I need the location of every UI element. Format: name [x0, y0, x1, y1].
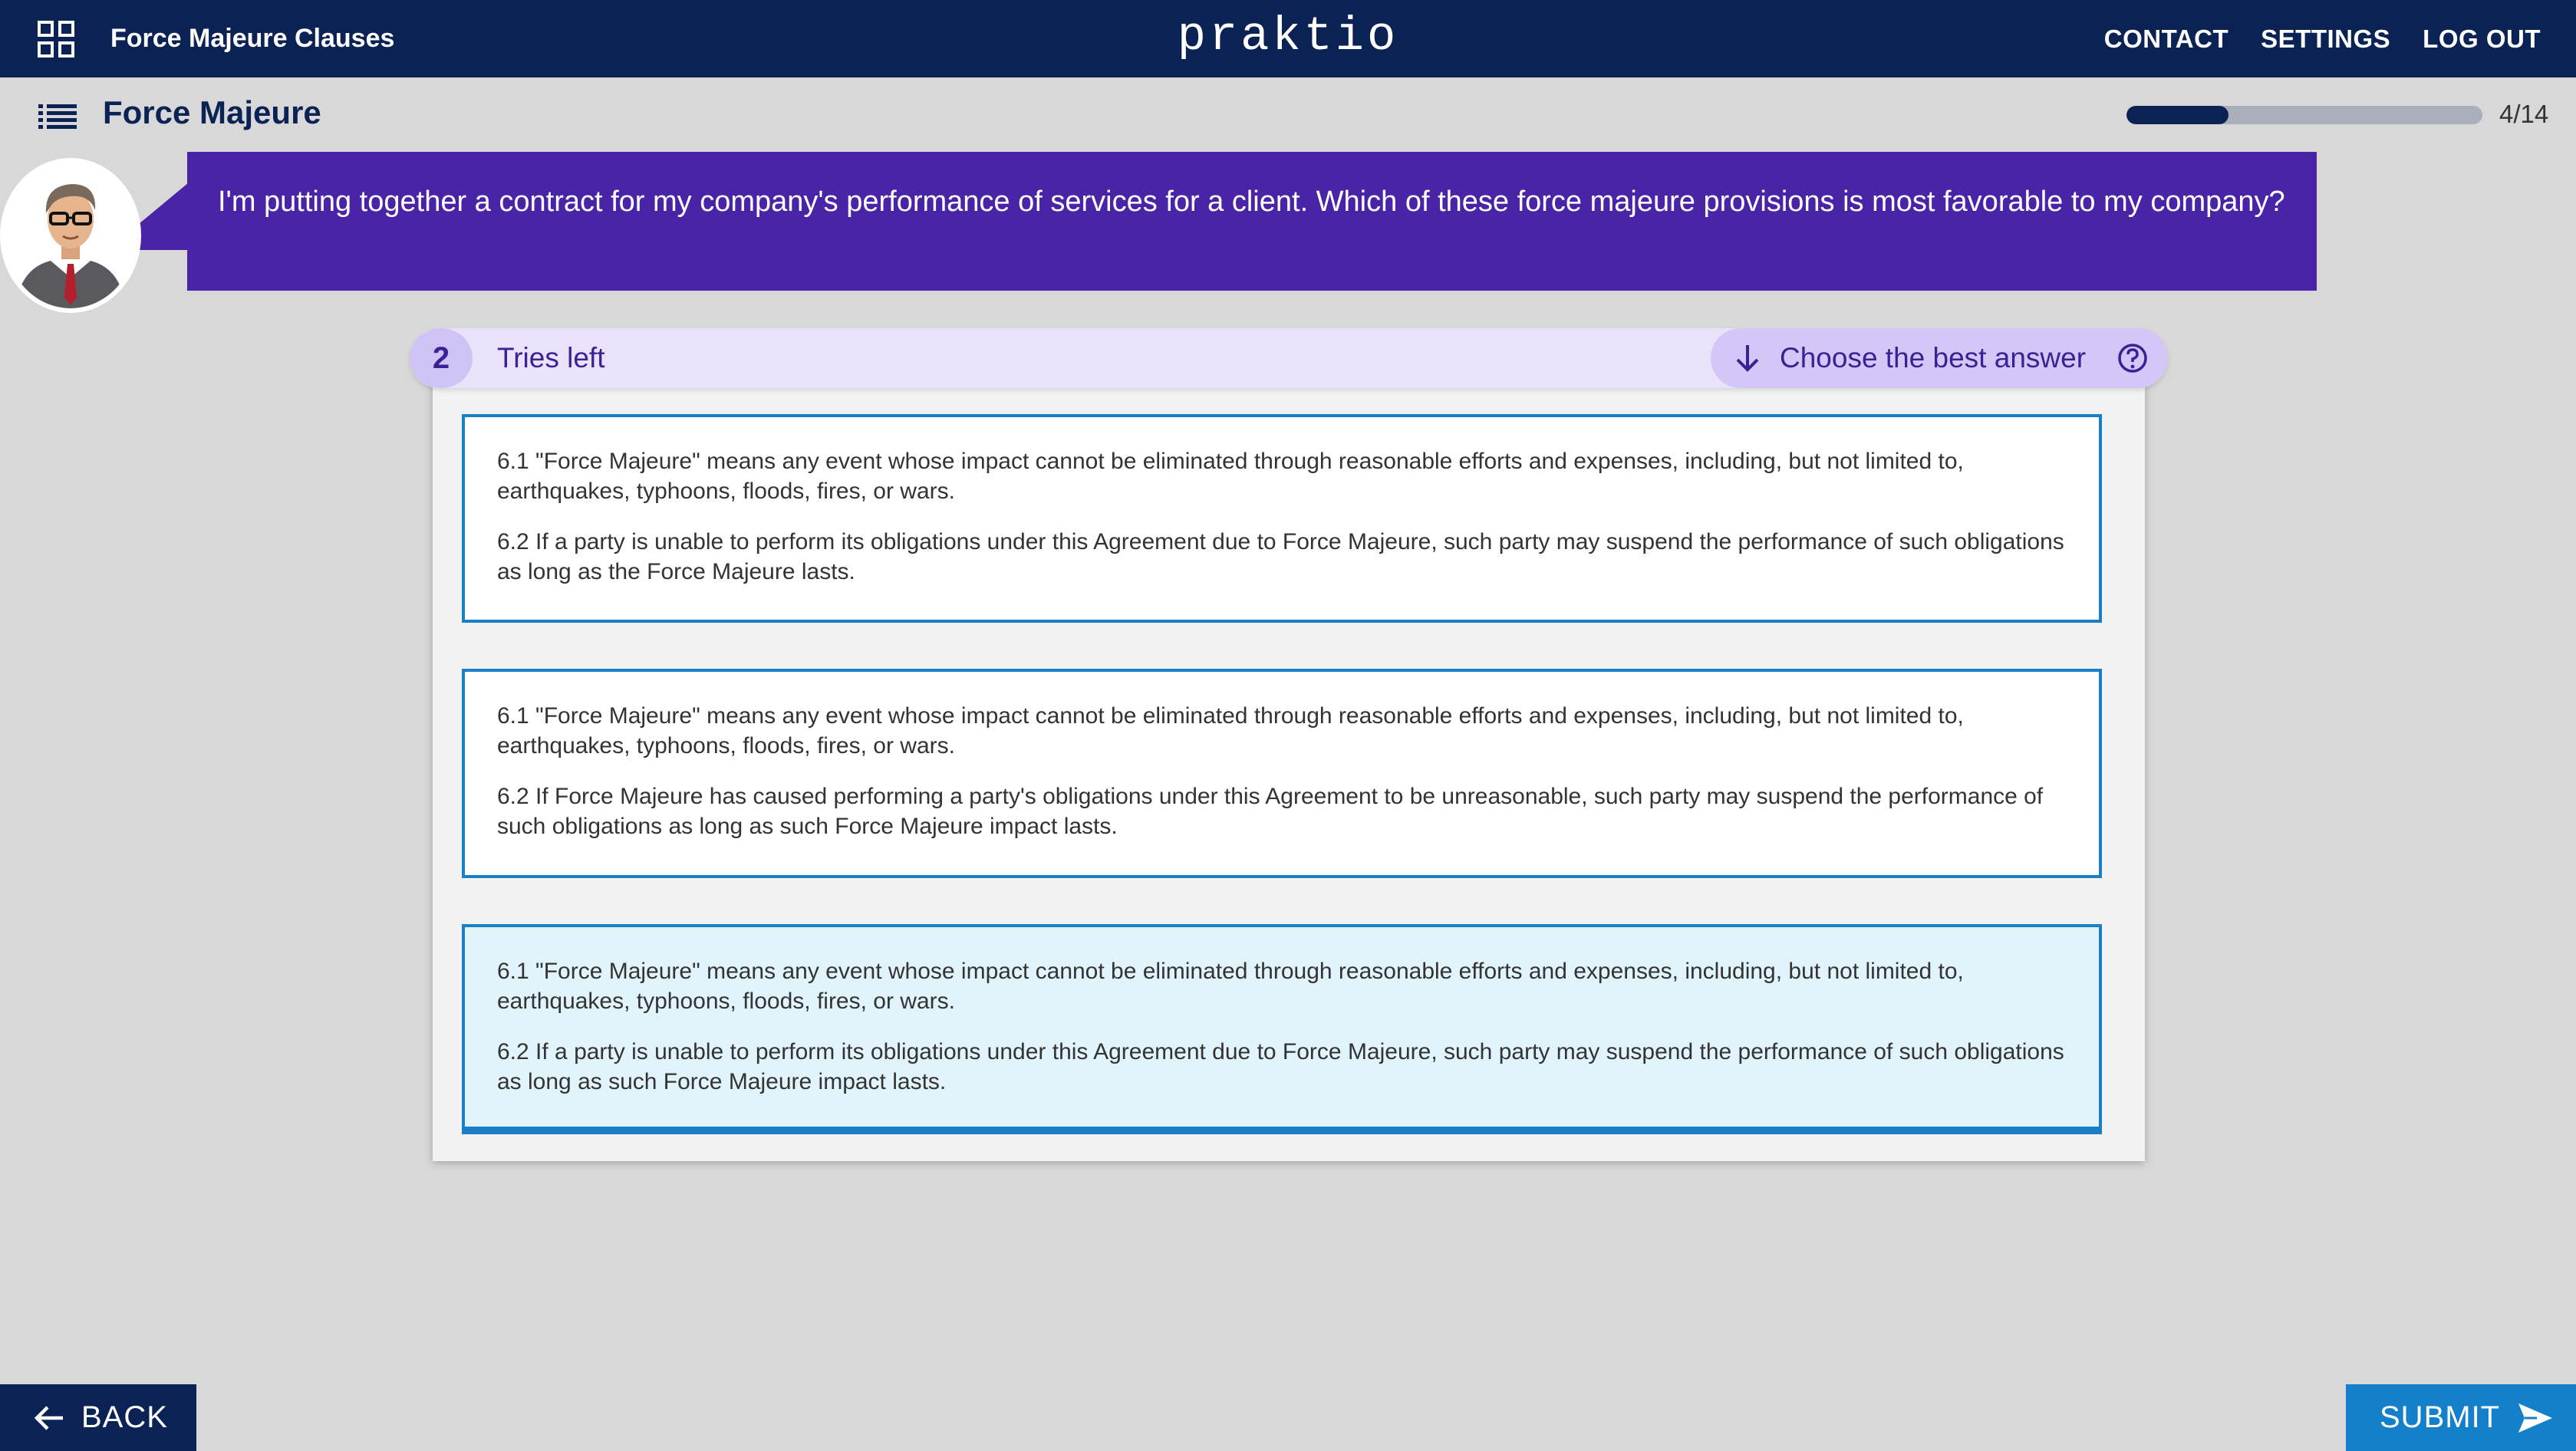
nav-contact-link[interactable]: CONTACT [2104, 25, 2228, 54]
send-icon [2518, 1403, 2553, 1433]
lesson-title: Force Majeure [103, 94, 321, 130]
submit-button[interactable]: SUBMIT [2346, 1384, 2576, 1451]
top-nav: CONTACT SETTINGS LOG OUT [2104, 0, 2541, 77]
option-2-clause-6-2: 6.2 If Force Majeure has caused performi… [497, 784, 2044, 839]
option-2-clause-6-1: 6.1 "Force Majeure" means any event whos… [497, 703, 1964, 758]
progress-counter: 4/14 [2499, 100, 2549, 128]
course-title: Force Majeure Clauses [110, 24, 395, 53]
arrow-down-icon [1736, 345, 1759, 372]
tries-label: Tries left [497, 342, 605, 373]
back-button[interactable]: BACK [0, 1384, 196, 1451]
instruction-label: Choose the best answer [1780, 342, 2087, 373]
help-circle-icon[interactable] [2117, 343, 2148, 373]
arrow-left-icon [34, 1405, 63, 1430]
progress-bar-fill [2126, 106, 2228, 124]
answer-option-3[interactable]: 6.1 "Force Majeure" means any event whos… [462, 924, 2102, 1134]
option-1-clause-6-2: 6.2 If a party is unable to perform its … [497, 529, 2064, 584]
tries-bar: 2 Tries left Choose the best answer [410, 328, 2168, 388]
nav-settings-link[interactable]: SETTINGS [2261, 25, 2390, 54]
submit-label: SUBMIT [2380, 1400, 2501, 1434]
answer-option-2[interactable]: 6.1 "Force Majeure" means any event whos… [462, 669, 2102, 878]
apps-grid-icon[interactable] [37, 20, 75, 58]
progress-bar [2126, 106, 2482, 124]
instruction-pill: Choose the best answer [1711, 328, 2168, 388]
tries-count-badge: 2 [410, 328, 473, 388]
option-1-clause-6-1: 6.1 "Force Majeure" means any event whos… [497, 449, 1964, 504]
option-3-clause-6-2: 6.2 If a party is unable to perform its … [497, 1039, 2064, 1094]
option-3-clause-6-1: 6.1 "Force Majeure" means any event whos… [497, 959, 1964, 1014]
answer-option-1[interactable]: 6.1 "Force Majeure" means any event whos… [462, 414, 2102, 623]
avatar-person-icon [5, 163, 137, 308]
question-prompt: I'm putting together a contract for my c… [187, 152, 2317, 291]
nav-logout-link[interactable]: LOG OUT [2423, 25, 2541, 54]
top-bar: Force Majeure Clauses praktio CONTACT SE… [0, 0, 2576, 77]
list-icon[interactable] [38, 104, 77, 130]
avatar [0, 158, 141, 313]
back-label: BACK [81, 1400, 168, 1434]
